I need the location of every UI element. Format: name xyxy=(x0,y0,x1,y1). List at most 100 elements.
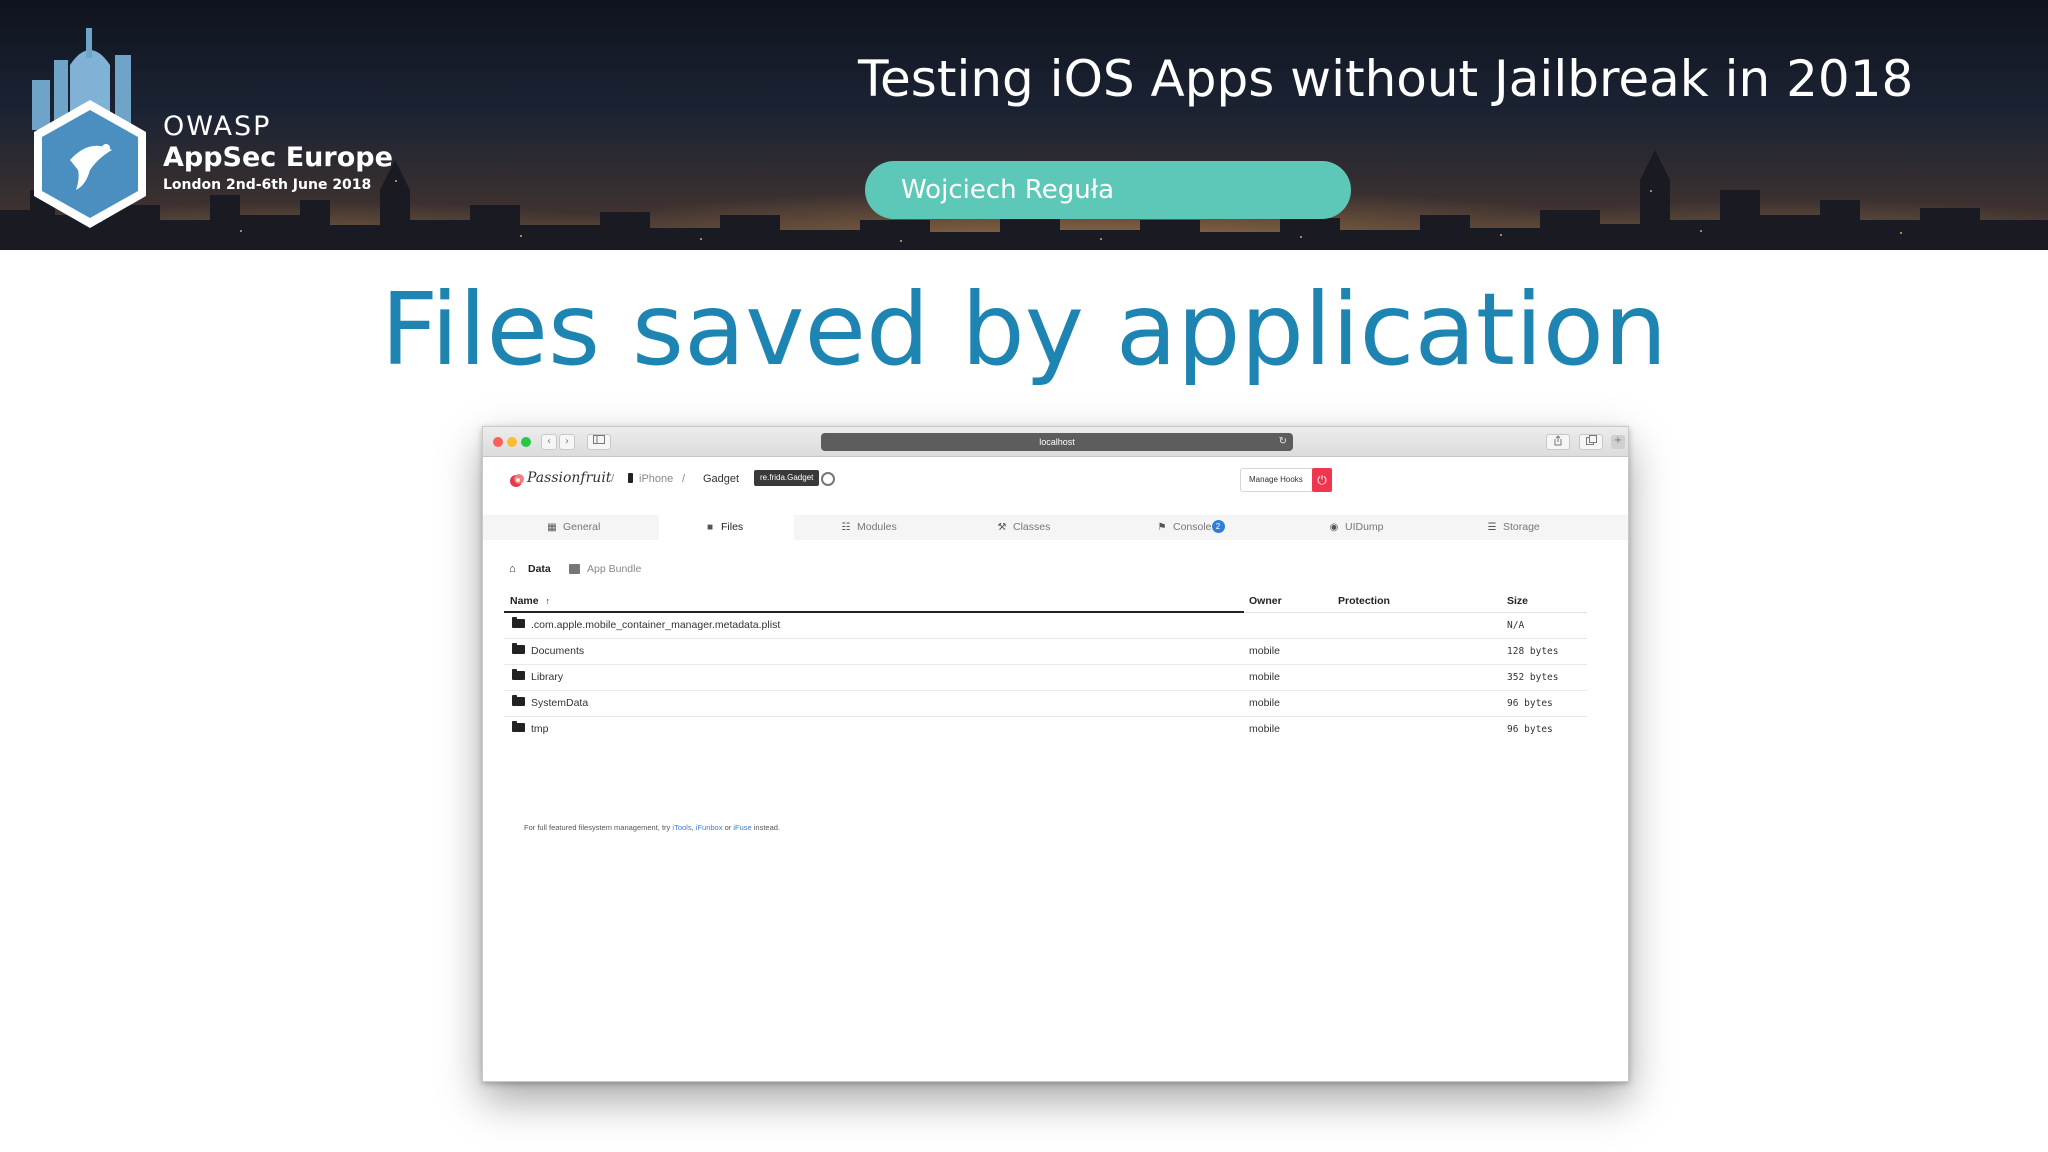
filesystem-footnote: For full featured filesystem management,… xyxy=(524,823,780,832)
eye-icon: ◉ xyxy=(1329,522,1339,533)
table-row[interactable]: .com.apple.mobile_container_manager.meta… xyxy=(504,613,1587,639)
breadcrumb-app-name: Gadget xyxy=(703,473,740,485)
file-size: 128 bytes xyxy=(1507,646,1559,657)
power-icon: ⏻ xyxy=(1317,473,1327,487)
file-owner: mobile xyxy=(1249,645,1280,657)
protection-column-header[interactable]: Protection xyxy=(1338,595,1390,607)
file-table: Name ↑ Owner Protection Size .com.apple.… xyxy=(504,586,1587,743)
browser-window: ‹ › localhost ↻ + Passionfruit / iPhone … xyxy=(482,426,1629,1082)
tab-uidump[interactable]: ◉ UIDump xyxy=(1327,515,1427,540)
table-row[interactable]: Library mobile 352 bytes xyxy=(504,665,1587,691)
tab-label: Storage xyxy=(1503,521,1540,533)
event-dates: London 2nd-6th June 2018 xyxy=(163,177,372,193)
breadcrumb-separator: / xyxy=(611,473,615,485)
name-column-header[interactable]: Name ↑ xyxy=(510,595,550,607)
classes-icon: ⚒ xyxy=(997,522,1007,533)
org-name: OWASP xyxy=(163,111,272,142)
breadcrumb-separator: / xyxy=(682,473,686,485)
home-icon: ⌂ xyxy=(509,563,516,575)
footnote-suffix: instead. xyxy=(753,823,781,832)
share-icon xyxy=(1554,435,1562,446)
table-header: Name ↑ Owner Protection Size xyxy=(504,586,1587,613)
footnote-prefix: For full featured filesystem management,… xyxy=(524,823,671,832)
sort-ascending-icon: ↑ xyxy=(545,596,551,606)
conference-banner: OWASP AppSec Europe London 2nd-6th June … xyxy=(0,0,2048,250)
ifuse-link[interactable]: iFuse xyxy=(733,823,751,832)
conference-name: OWASP AppSec Europe London 2nd-6th June … xyxy=(163,112,393,196)
file-name[interactable]: tmp xyxy=(531,723,549,735)
tab-label: Files xyxy=(721,521,744,533)
console-icon: ⚑ xyxy=(1157,522,1167,533)
file-name[interactable]: Library xyxy=(531,671,563,683)
sidebar-icon xyxy=(593,435,605,444)
passionfruit-logo-icon xyxy=(510,474,524,487)
folder-icon xyxy=(512,643,525,654)
tab-label: Modules xyxy=(857,521,897,533)
reload-icon[interactable]: ↻ xyxy=(1279,433,1287,451)
talk-title: Testing iOS Apps without Jailbreak in 20… xyxy=(858,50,1914,108)
folder-icon xyxy=(512,721,525,732)
tab-console[interactable]: ⚑ Console 2 xyxy=(1155,515,1255,540)
owasp-logo xyxy=(20,20,160,230)
app-brand[interactable]: Passionfruit xyxy=(527,470,611,486)
settings-icon[interactable] xyxy=(821,472,835,486)
table-row[interactable]: SystemData mobile 96 bytes xyxy=(504,691,1587,717)
tab-modules[interactable]: ☷ Modules xyxy=(839,515,939,540)
sidebar-toggle-button[interactable] xyxy=(587,434,611,450)
url-text: localhost xyxy=(1039,437,1075,447)
tab-label: Classes xyxy=(1013,521,1051,533)
back-button[interactable]: ‹ xyxy=(541,434,557,450)
file-name[interactable]: Documents xyxy=(531,645,584,657)
slide-title: Files saved by application xyxy=(380,271,1668,388)
minimize-window-button[interactable] xyxy=(507,437,517,447)
itools-link[interactable]: iTools xyxy=(672,823,691,832)
address-bar[interactable]: localhost ↻ xyxy=(821,433,1293,451)
console-badge: 2 xyxy=(1211,520,1225,533)
power-button[interactable]: ⏻ xyxy=(1312,468,1332,492)
speaker-name: Wojciech Reguła xyxy=(865,161,1351,219)
table-row[interactable]: Documents mobile 128 bytes xyxy=(504,639,1587,665)
passionfruit-app: Passionfruit / iPhone / Gadget re.frida.… xyxy=(483,458,1628,1081)
file-size: 96 bytes xyxy=(1507,724,1553,735)
tab-label: General xyxy=(563,521,601,533)
briefcase-icon xyxy=(569,564,580,574)
file-owner: mobile xyxy=(1249,723,1280,735)
table-row[interactable]: tmp mobile 96 bytes xyxy=(504,717,1587,743)
file-size: N/A xyxy=(1507,620,1525,631)
tab-label: Console xyxy=(1173,521,1212,533)
tabs-icon xyxy=(1585,435,1597,445)
file-name[interactable]: .com.apple.mobile_container_manager.meta… xyxy=(531,619,780,631)
app-bundle-link[interactable]: App Bundle xyxy=(587,563,641,575)
manage-hooks-label: Manage Hooks xyxy=(1249,475,1303,484)
close-window-button[interactable] xyxy=(493,437,503,447)
tab-classes[interactable]: ⚒ Classes xyxy=(995,515,1095,540)
ifunbox-link[interactable]: iFunbox xyxy=(696,823,723,832)
folder-icon xyxy=(512,669,525,680)
app-header: Passionfruit / iPhone / Gadget re.frida.… xyxy=(483,458,1628,502)
grid-icon: ▦ xyxy=(547,522,557,533)
owasp-hexagon-icon xyxy=(32,28,146,228)
event-name: AppSec Europe xyxy=(163,142,393,173)
iphone-icon xyxy=(628,473,633,483)
file-owner: mobile xyxy=(1249,697,1280,709)
storage-icon: ☰ xyxy=(1487,522,1497,533)
tab-bar: ▦ General ■ Files ☷ Modules ⚒ Classes ⚑ Conso… xyxy=(483,515,1628,540)
footnote-or: or xyxy=(724,823,732,832)
share-button[interactable] xyxy=(1546,434,1570,450)
owner-column-header[interactable]: Owner xyxy=(1249,595,1282,607)
forward-button[interactable]: › xyxy=(559,434,575,450)
size-column-header[interactable]: Size xyxy=(1507,595,1528,607)
tab-files[interactable]: ■ Files xyxy=(659,515,794,540)
data-directory-link[interactable]: Data xyxy=(528,563,551,575)
tab-general[interactable]: ▦ General xyxy=(545,515,645,540)
new-tab-button[interactable]: + xyxy=(1611,435,1625,449)
tab-storage[interactable]: ☰ Storage xyxy=(1485,515,1585,540)
maximize-window-button[interactable] xyxy=(521,437,531,447)
footnote-comma: , xyxy=(691,823,694,832)
breadcrumb-device[interactable]: iPhone xyxy=(639,473,673,485)
tabs-overview-button[interactable] xyxy=(1579,434,1603,450)
file-name[interactable]: SystemData xyxy=(531,697,588,709)
file-size: 352 bytes xyxy=(1507,672,1559,683)
browser-titlebar: ‹ › localhost ↻ + xyxy=(483,427,1628,457)
folder-icon xyxy=(512,617,525,628)
